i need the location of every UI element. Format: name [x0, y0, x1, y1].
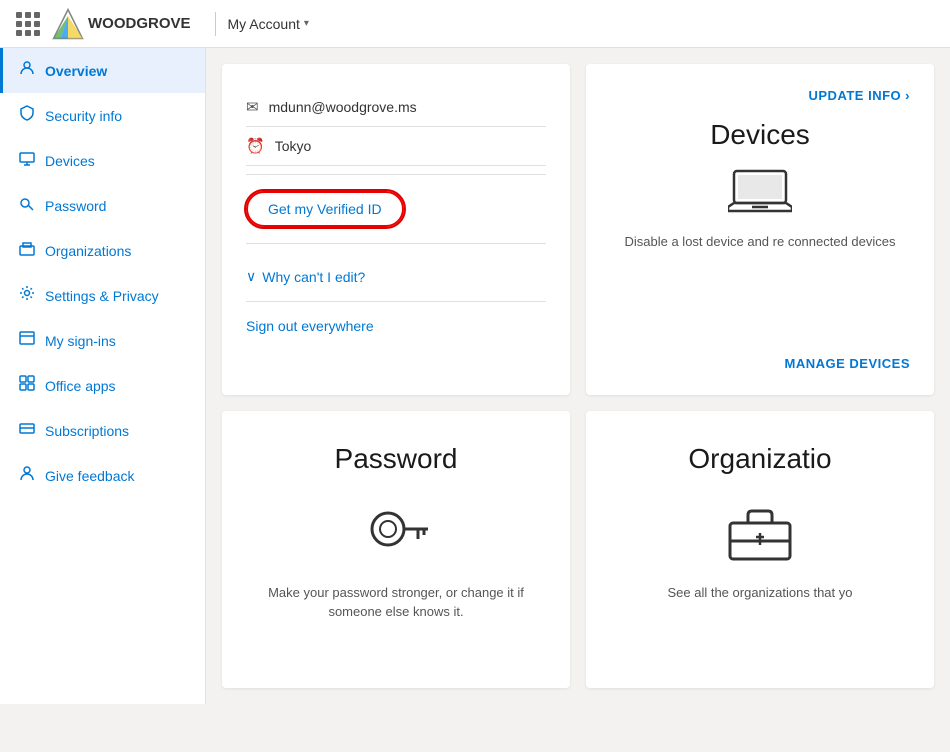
sidebar-item-office-apps[interactable]: Office apps — [0, 363, 205, 408]
office-apps-icon — [19, 375, 35, 396]
profile-card: ✉ mdunn@woodgrove.ms ⏰ Tokyo Get my Veri… — [222, 64, 570, 395]
profile-location-row: ⏰ Tokyo — [246, 127, 546, 166]
sidebar-item-label: Give feedback — [45, 468, 135, 484]
sidebar-item-label: Settings & Privacy — [45, 288, 159, 304]
sidebar-item-label: Overview — [45, 63, 107, 79]
sidebar-item-give-feedback[interactable]: Give feedback — [0, 453, 205, 498]
sidebar-item-label: Organizations — [45, 243, 131, 259]
update-info-link[interactable]: UPDATE INFO › — [610, 88, 910, 103]
sidebar-item-label: Devices — [45, 153, 95, 169]
devices-card-body: Devices Disable a lost device and re con… — [610, 103, 910, 340]
settings-icon — [19, 285, 35, 306]
sign-out-everywhere-link[interactable]: Sign out everywhere — [246, 318, 374, 334]
password-title: Password — [335, 443, 458, 475]
location-icon: ⏰ — [246, 137, 265, 155]
organizations-icon — [19, 240, 35, 261]
org-title: Organizatio — [688, 443, 831, 475]
sidebar-item-overview[interactable]: Overview — [0, 48, 205, 93]
sidebar-item-label: Password — [45, 198, 106, 214]
password-icon — [19, 195, 35, 216]
chevron-down-icon: ▾ — [304, 18, 309, 29]
verified-id-button[interactable]: Get my Verified ID — [246, 191, 404, 227]
sign-ins-icon — [19, 330, 35, 351]
sidebar-item-subscriptions[interactable]: Subscriptions — [0, 408, 205, 453]
sidebar-item-password[interactable]: Password — [0, 183, 205, 228]
sidebar-item-label: Security info — [45, 108, 122, 124]
email-icon: ✉ — [246, 98, 259, 116]
org-briefcase-icon — [724, 495, 796, 567]
verified-id-section: Get my Verified ID — [246, 174, 546, 244]
org-description: See all the organizations that yo — [667, 583, 852, 603]
sidebar: Overview Security info Devices Password … — [0, 48, 206, 704]
sidebar-item-label: Subscriptions — [45, 423, 129, 439]
sidebar-item-label: Office apps — [45, 378, 116, 394]
logo: WOODGROVE — [52, 8, 191, 40]
sidebar-item-organizations[interactable]: Organizations — [0, 228, 205, 273]
main-content: ✉ mdunn@woodgrove.ms ⏰ Tokyo Get my Veri… — [206, 48, 950, 704]
devices-title: Devices — [710, 119, 810, 151]
password-key-icon — [360, 495, 432, 567]
sidebar-item-my-sign-ins[interactable]: My sign-ins — [0, 318, 205, 363]
overview-icon — [19, 60, 35, 81]
devices-icon — [19, 150, 35, 171]
profile-email-row: ✉ mdunn@woodgrove.ms — [246, 88, 546, 127]
account-menu[interactable]: My Account ▾ — [228, 16, 309, 32]
sidebar-item-settings-privacy[interactable]: Settings & Privacy — [0, 273, 205, 318]
topbar: WOODGROVE My Account ▾ — [0, 0, 950, 48]
update-info-arrow: › — [905, 88, 910, 103]
chevron-down-icon: ∨ — [246, 268, 256, 285]
logo-text: WOODGROVE — [88, 15, 191, 32]
profile-location: Tokyo — [275, 138, 312, 154]
security-icon — [19, 105, 35, 126]
topbar-divider — [215, 12, 216, 36]
password-card: Password Make your password stronger, or… — [222, 411, 570, 689]
update-info-label: UPDATE INFO — [809, 88, 902, 103]
password-description: Make your password stronger, or change i… — [246, 583, 546, 622]
sidebar-item-security-info[interactable]: Security info — [0, 93, 205, 138]
sidebar-item-devices[interactable]: Devices — [0, 138, 205, 183]
organizations-card: Organizatio See all the organizations th… — [586, 411, 934, 689]
why-cant-edit-toggle[interactable]: ∨ Why can't I edit? — [246, 252, 546, 293]
sign-out-section: Sign out everywhere — [246, 301, 546, 336]
sidebar-item-label: My sign-ins — [45, 333, 116, 349]
account-label: My Account — [228, 16, 300, 32]
laptop-icon — [728, 167, 792, 220]
subscriptions-icon — [19, 420, 35, 441]
why-cant-edit-label: Why can't I edit? — [262, 269, 365, 285]
devices-card: UPDATE INFO › Devices Disable a lost dev… — [586, 64, 934, 395]
devices-description: Disable a lost device and re connected d… — [625, 232, 896, 252]
feedback-icon — [19, 465, 35, 486]
manage-devices-link[interactable]: MANAGE DEVICES — [610, 356, 910, 371]
grid-menu-icon[interactable] — [16, 12, 40, 36]
profile-email: mdunn@woodgrove.ms — [269, 99, 417, 115]
